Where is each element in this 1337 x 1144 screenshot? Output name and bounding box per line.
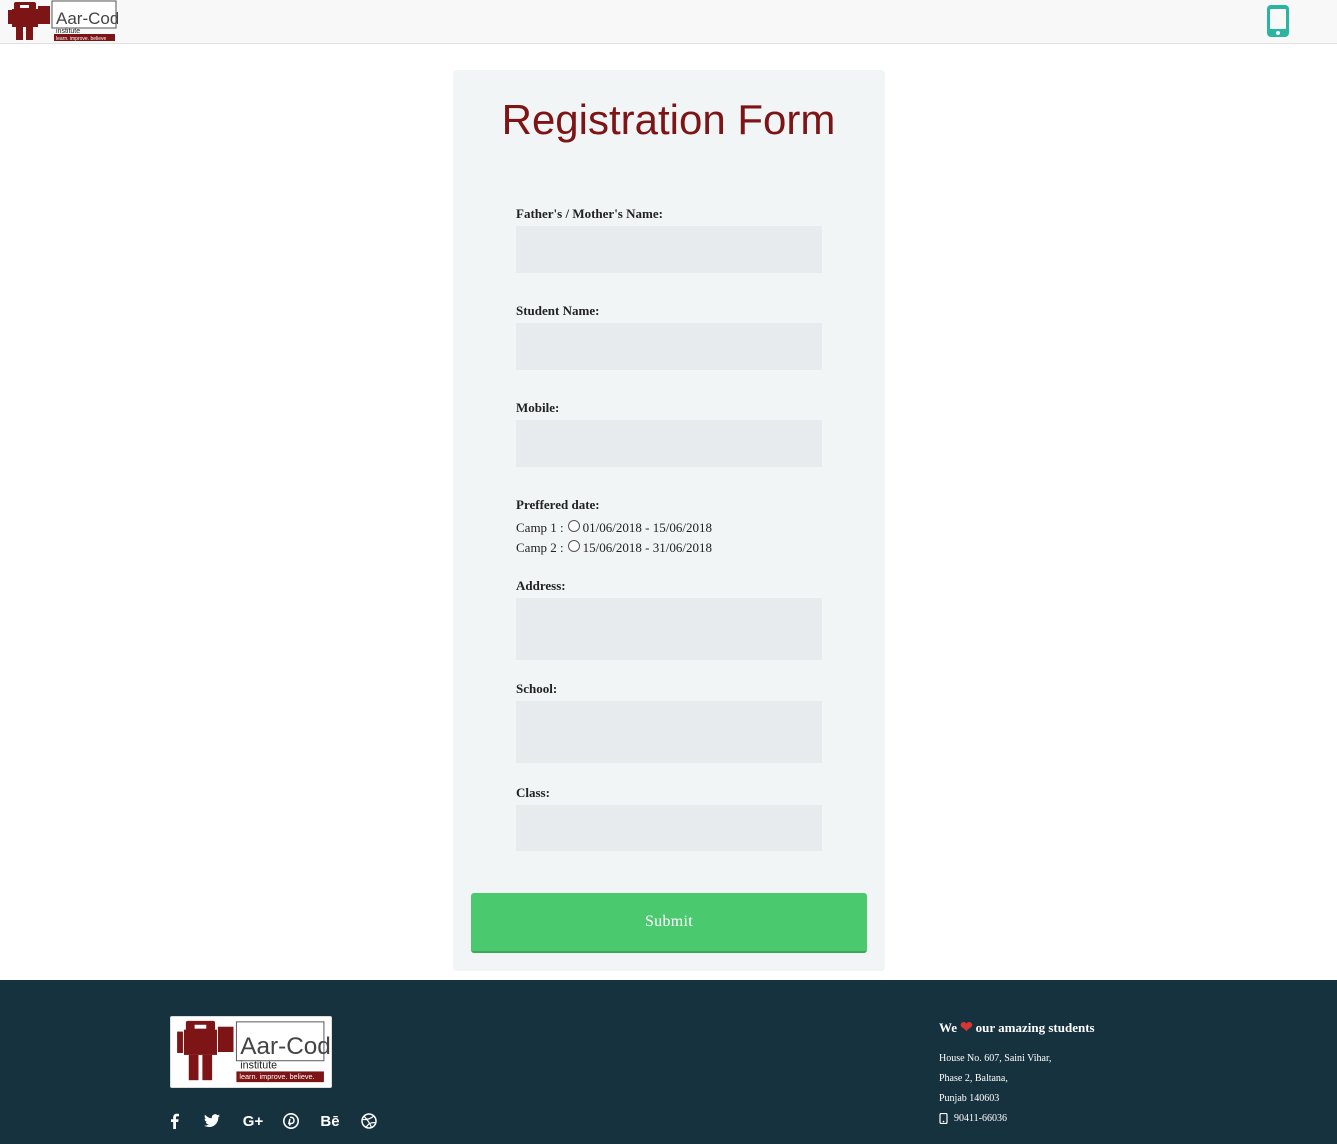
submit-button[interactable]: Submit — [471, 893, 867, 953]
dribbble-icon[interactable] — [359, 1111, 379, 1131]
address-line-1: House No. 607, Saini Vihar, — [939, 1053, 1052, 1064]
love-message: We ❤ our amazing students — [939, 1018, 1095, 1037]
student-name-label: Student Name: — [516, 303, 600, 318]
heart-icon: ❤ — [960, 1020, 973, 1036]
camp-2-range: 15/06/2018 - 31/06/2018 — [582, 540, 712, 555]
pinterest-icon[interactable] — [281, 1111, 301, 1131]
top-navbar: Aar-Codes institute learn. improve. beli… — [0, 0, 1337, 44]
class-input[interactable] — [516, 805, 822, 851]
aar-codes-logo[interactable]: Aar-Codes institute learn. improve. beli… — [8, 0, 118, 42]
preferred-date-label: Preffered date: — [516, 497, 600, 512]
behance-icon[interactable]: Bē — [318, 1111, 342, 1131]
address-input[interactable] — [516, 598, 822, 660]
mobile-label: Mobile: — [516, 400, 560, 415]
footer-logo[interactable]: Aar-Codes institute learn. improve. beli… — [170, 1016, 332, 1088]
camp-1-radio[interactable] — [567, 520, 580, 532]
school-label: School: — [516, 681, 558, 696]
parent-name-input[interactable] — [516, 226, 822, 273]
camp-2-radio[interactable] — [567, 540, 580, 552]
footer-phone: 90411-66036 — [939, 1113, 1007, 1124]
page-title: Registration Form — [501, 96, 836, 143]
camp-2-option[interactable]: Camp 2 : 15/06/2018 - 31/06/2018 — [516, 539, 712, 557]
student-name-input[interactable] — [516, 323, 822, 370]
footer-phone-number[interactable]: 90411-66036 — [954, 1113, 1007, 1124]
svg-text:learn. improve. believe.: learn. improve. believe. — [239, 1072, 314, 1081]
class-label: Class: — [516, 785, 550, 800]
camp-2-prefix: Camp 2 : — [516, 540, 564, 555]
love-pre: We — [939, 1019, 958, 1035]
address-label: Address: — [516, 578, 566, 593]
twitter-icon[interactable] — [202, 1111, 222, 1131]
camp-1-option[interactable]: Camp 1 : 01/06/2018 - 15/06/2018 — [516, 519, 712, 537]
parent-name-label: Father's / Mother's Name: — [516, 206, 663, 221]
address-line-3: Punjab 140603 — [939, 1093, 1000, 1104]
svg-text:institute: institute — [240, 1060, 277, 1072]
camp-1-range: 01/06/2018 - 15/06/2018 — [582, 520, 712, 535]
love-post: our amazing students — [975, 1019, 1095, 1035]
svg-text:institute: institute — [56, 28, 80, 35]
google-plus-icon[interactable]: G+ — [241, 1111, 265, 1131]
school-input[interactable] — [516, 701, 822, 763]
camp-1-prefix: Camp 1 : — [516, 520, 564, 535]
phone-icon — [939, 1113, 948, 1124]
svg-text:Aar-Codes: Aar-Codes — [56, 9, 118, 28]
svg-text:Aar-Codes: Aar-Codes — [240, 1033, 332, 1060]
facebook-icon[interactable] — [164, 1111, 184, 1131]
mobile-phone-icon[interactable] — [1266, 4, 1290, 38]
mobile-input[interactable] — [516, 420, 822, 467]
svg-text:learn. improve. believe: learn. improve. believe — [56, 36, 107, 42]
address-line-2: Phase 2, Baltana, — [939, 1073, 1008, 1084]
